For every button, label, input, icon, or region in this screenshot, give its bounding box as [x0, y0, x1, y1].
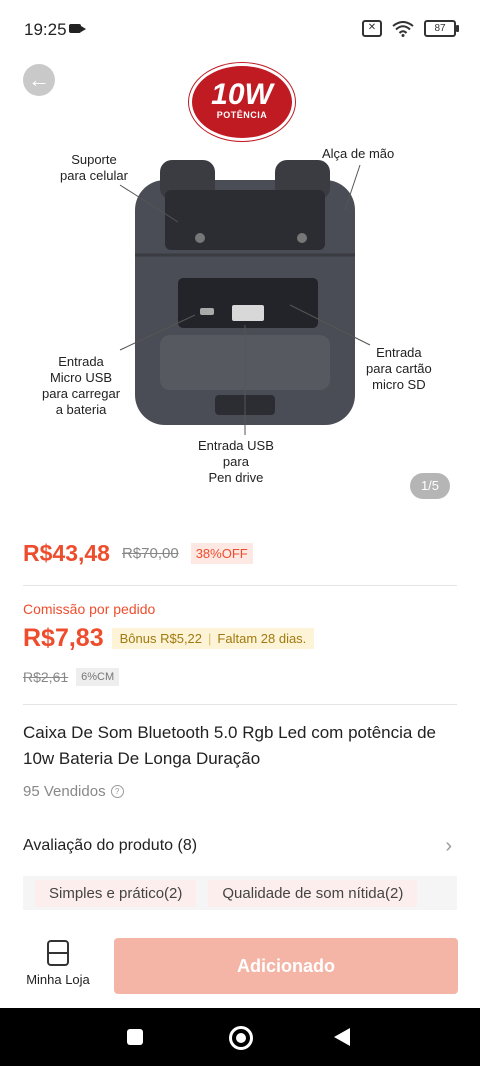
reviews-title[interactable]: Avaliação do produto (8): [23, 837, 197, 855]
no-sim-icon: ✕: [362, 20, 382, 37]
store-icon: [47, 940, 69, 966]
bonus-amount: Bônus R$5,22: [119, 631, 203, 646]
review-chip[interactable]: Qualidade de som nítida(2): [208, 879, 418, 907]
bonus-remaining: Faltam 28 dias.: [217, 631, 307, 646]
battery-icon: 87: [424, 20, 459, 37]
sold-count: 95 Vendidos ?: [23, 783, 124, 800]
review-chip[interactable]: Simples e prático(2): [35, 879, 197, 907]
wifi-icon: [392, 20, 414, 37]
divider: [23, 585, 457, 586]
bonus-badge: Bônus R$5,22 | Faltam 28 dias.: [111, 628, 315, 649]
current-price: R$43,48: [23, 540, 110, 566]
commission-rate-badge: 6%CM: [76, 668, 120, 686]
status-time: 19:25: [24, 20, 67, 39]
image-counter: 1/5: [410, 473, 450, 499]
callout-lines: [119, 164, 371, 435]
recents-icon[interactable]: [127, 1029, 143, 1045]
system-navigation-bar: [0, 1008, 480, 1066]
commission-title: Comissão por pedido: [23, 601, 156, 617]
price-row: R$43,48 R$70,00 38%OFF: [23, 540, 253, 567]
camera-recording-icon: [69, 24, 86, 33]
my-store-label: Minha Loja: [26, 972, 90, 987]
help-icon[interactable]: ?: [110, 785, 124, 798]
status-bar: 19:25 ✕ 87: [0, 0, 480, 60]
discount-badge: 38%OFF: [190, 543, 253, 564]
add-button[interactable]: Adicionado: [114, 938, 458, 994]
product-title: Caixa De Som Bluetooth 5.0 Rgb Led com p…: [23, 723, 436, 768]
old-commission-row: R$2,61 6%CM: [23, 668, 120, 686]
bottom-action-bar: Minha Loja Adicionado: [0, 930, 480, 1006]
home-icon[interactable]: [229, 1026, 253, 1050]
commission-row: R$7,83 Bônus R$5,22 | Faltam 28 dias.: [23, 624, 315, 653]
commission-value: R$7,83: [23, 624, 104, 652]
sold-count-label: 95 Vendidos: [23, 783, 106, 800]
review-chips: Simples e prático(2) Qualidade de som ní…: [23, 876, 457, 910]
product-image-gallery[interactable]: ← 10W POTÊNCIA Suporte para celular Alça…: [0, 60, 480, 510]
chevron-right-icon[interactable]: ›: [445, 835, 452, 858]
back-triangle-icon[interactable]: [334, 1028, 350, 1046]
original-price: R$70,00: [121, 545, 179, 562]
old-commission-value: R$2,61: [23, 669, 69, 685]
divider: [23, 704, 457, 705]
my-store-button[interactable]: Minha Loja: [22, 940, 94, 987]
